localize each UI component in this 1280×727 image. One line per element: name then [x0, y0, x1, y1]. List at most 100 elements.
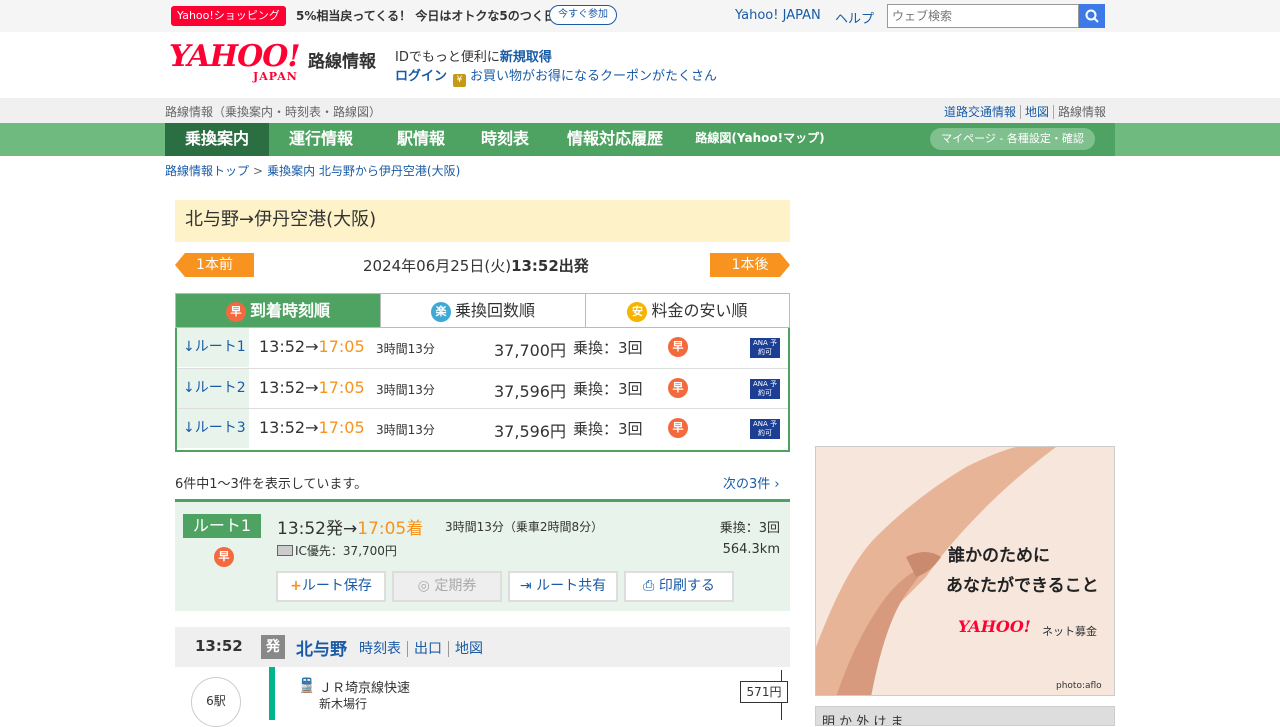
- ad-banner[interactable]: 誰かのために あなたができること YAHOO! ネット募金 photo:aflo: [815, 446, 1115, 696]
- promo-text[interactable]: 5%相当戻ってくる！ 今日はオトクな5のつく日: [296, 7, 556, 24]
- cheap-icon: 安: [627, 302, 648, 322]
- route-duration: 3時間13分: [376, 342, 435, 356]
- tab-operation[interactable]: 運行情報: [269, 123, 373, 156]
- ana-reserve-icon[interactable]: ANA 予約可: [750, 379, 780, 399]
- sort-tab-transfers[interactable]: 楽乗換回数順: [380, 294, 585, 327]
- fast-icon: 早: [225, 302, 246, 322]
- service-links: 道路交通情報 地図 路線情報: [940, 103, 1110, 120]
- print-button[interactable]: ⎙ 印刷する: [624, 571, 734, 602]
- pass-icon: ◎: [417, 578, 435, 594]
- fast-icon: 早: [668, 418, 688, 438]
- station-exit-link[interactable]: 出口: [407, 641, 448, 657]
- next-3-link[interactable]: 次の3件 ›: [723, 473, 780, 492]
- web-search-input[interactable]: [887, 4, 1079, 28]
- sort-tabs: 早到着時刻順 楽乗換回数順 安料金の安い順: [175, 293, 790, 328]
- station-time: 13:52: [195, 637, 243, 655]
- breadcrumb-sep: >: [253, 164, 264, 178]
- fast-icon: 早: [668, 378, 688, 398]
- yahoo-logo[interactable]: YAHOO! JAPAN: [169, 42, 306, 90]
- route-times: 13:52→17:05: [259, 378, 365, 397]
- ad-brand-logo: YAHOO!: [958, 617, 1031, 636]
- route-transfers: 乗換：3回: [573, 339, 643, 357]
- share-route-button[interactable]: ⇥ ルート共有: [508, 571, 618, 602]
- tab-timetable[interactable]: 時刻表: [469, 123, 541, 156]
- mypage-button[interactable]: マイページ - 各種設定・確認: [930, 128, 1095, 150]
- coupon-icon: ¥: [453, 74, 467, 87]
- route-transfers: 乗換：3回: [573, 420, 643, 438]
- login-link[interactable]: ログイン: [395, 69, 447, 84]
- main-nav: 乗換案内 運行情報 駅情報 時刻表 情報対応履歴 路線図(Yahoo!マップ) …: [0, 123, 1280, 156]
- ana-reserve-icon[interactable]: ANA 予約可: [750, 419, 780, 439]
- result-count: 6件中1～3件を表示しています。: [175, 477, 368, 492]
- sort-tab-fare[interactable]: 安料金の安い順: [585, 294, 789, 327]
- fast-icon: 早: [214, 547, 234, 567]
- breadcrumb-top[interactable]: 路線情報トップ: [165, 164, 249, 178]
- prev-train-button[interactable]: 1本前: [175, 253, 254, 277]
- button-label: ルート共有: [536, 578, 607, 594]
- route-arr: 17:05: [318, 337, 365, 356]
- route-fare: 37,700円: [494, 341, 566, 360]
- sort-tab-label: 料金の安い順: [651, 301, 748, 320]
- detail-transfers: 乗換：3回: [719, 521, 780, 536]
- yahoo-japan-link[interactable]: Yahoo! JAPAN: [735, 8, 821, 23]
- ad-banner-2[interactable]: 明 か 外 け ま: [815, 706, 1115, 726]
- sort-tab-arrival[interactable]: 早到着時刻順: [176, 294, 380, 327]
- route-times: 13:52→17:05: [259, 418, 365, 437]
- save-route-button[interactable]: +ルート保存: [276, 571, 386, 602]
- route-link[interactable]: ↓ルート2: [177, 369, 249, 408]
- table-row[interactable]: ↓ルート3 13:52→17:05 3時間13分 37,596円 乗換：3回 早…: [177, 408, 788, 448]
- table-row[interactable]: ↓ルート1 13:52→17:05 3時間13分 37,700円 乗換：3回 早…: [177, 328, 788, 368]
- route-link[interactable]: ↓ルート3: [177, 409, 249, 448]
- route-badge: ルート1: [183, 514, 261, 538]
- station-name[interactable]: 北与野: [296, 635, 347, 660]
- detail-duration: 3時間13分（乗車2時間8分）: [445, 520, 604, 534]
- button-label: 印刷する: [658, 578, 715, 594]
- detail-distance: 564.3km: [722, 542, 780, 557]
- chevron-right-icon: ›: [774, 477, 780, 492]
- table-row[interactable]: ↓ルート2 13:52→17:05 3時間13分 37,596円 乗換：3回 早…: [177, 368, 788, 408]
- site-description: 路線情報（乗換案内・時刻表・路線図）: [165, 105, 382, 119]
- tab-transfer[interactable]: 乗換案内: [165, 123, 269, 156]
- share-icon: ⇥: [519, 578, 537, 594]
- search-button[interactable]: [1079, 4, 1105, 28]
- ad-brand-sub: ネット募金: [1042, 625, 1097, 638]
- detail-ic-fare: IC優先：37,700円: [277, 542, 397, 559]
- route-duration: 3時間13分: [376, 383, 435, 397]
- map-link[interactable]: 地図: [1025, 105, 1049, 119]
- register-link[interactable]: 新規取得: [500, 50, 552, 65]
- ana-reserve-icon[interactable]: ANA 予約可: [750, 338, 780, 358]
- route-arr: 17:05: [318, 418, 365, 437]
- site-name[interactable]: 路線情報: [308, 47, 376, 72]
- page-title: 北与野→伊丹空港(大阪): [175, 200, 790, 242]
- breadcrumb: 路線情報トップ > 乗換案内 北与野から伊丹空港(大阪): [165, 162, 460, 179]
- ad-line2: あなたができること: [946, 576, 1099, 596]
- tab-station[interactable]: 駅情報: [373, 123, 469, 156]
- button-label: ルート保存: [301, 578, 372, 594]
- road-traffic-link[interactable]: 道路交通情報: [944, 105, 1016, 119]
- search-icon: [1085, 9, 1099, 23]
- next-train-button[interactable]: 1本後: [710, 253, 790, 277]
- train-destination: 新木場行: [319, 697, 368, 711]
- breadcrumb-current[interactable]: 乗換案内 北与野から伊丹空港(大阪): [267, 164, 460, 178]
- segment-fare: 571円: [740, 681, 788, 703]
- help-link[interactable]: ヘルプ: [835, 8, 874, 27]
- train-name: ＪＲ埼京線快速: [319, 681, 411, 696]
- route-detail-header: ルート1 早 13:52発→17:05着 3時間13分（乗車2時間8分） 乗換：…: [175, 499, 790, 611]
- ad-line1: 誰かのために: [948, 546, 1050, 566]
- route-times: 13:52→17:05: [259, 337, 365, 356]
- id-text: IDでもっと便利に: [395, 50, 500, 65]
- join-now-button[interactable]: 今すぐ参加: [549, 5, 617, 25]
- station-map-link[interactable]: 地図: [448, 641, 489, 657]
- search-datetime: 2024年06月25日(火)13:52出発: [363, 255, 589, 276]
- commuter-pass-button[interactable]: ◎ 定期券: [392, 571, 502, 602]
- route-fare: 37,596円: [494, 422, 566, 441]
- station-timetable-link[interactable]: 時刻表: [359, 641, 407, 657]
- shopping-badge[interactable]: Yahoo!ショッピング: [171, 6, 286, 26]
- route-duration: 3時間13分: [376, 423, 435, 437]
- route-link[interactable]: ↓ルート1: [177, 328, 249, 367]
- tab-history[interactable]: 情報対応履歴: [555, 123, 675, 156]
- station-links: 時刻表 出口 地図: [359, 638, 489, 658]
- logo-sub: JAPAN: [253, 70, 298, 83]
- tab-route-map[interactable]: 路線図(Yahoo!マップ): [695, 123, 825, 156]
- coupon-link[interactable]: お買い物がお得になるクーポンがたくさん: [470, 69, 717, 84]
